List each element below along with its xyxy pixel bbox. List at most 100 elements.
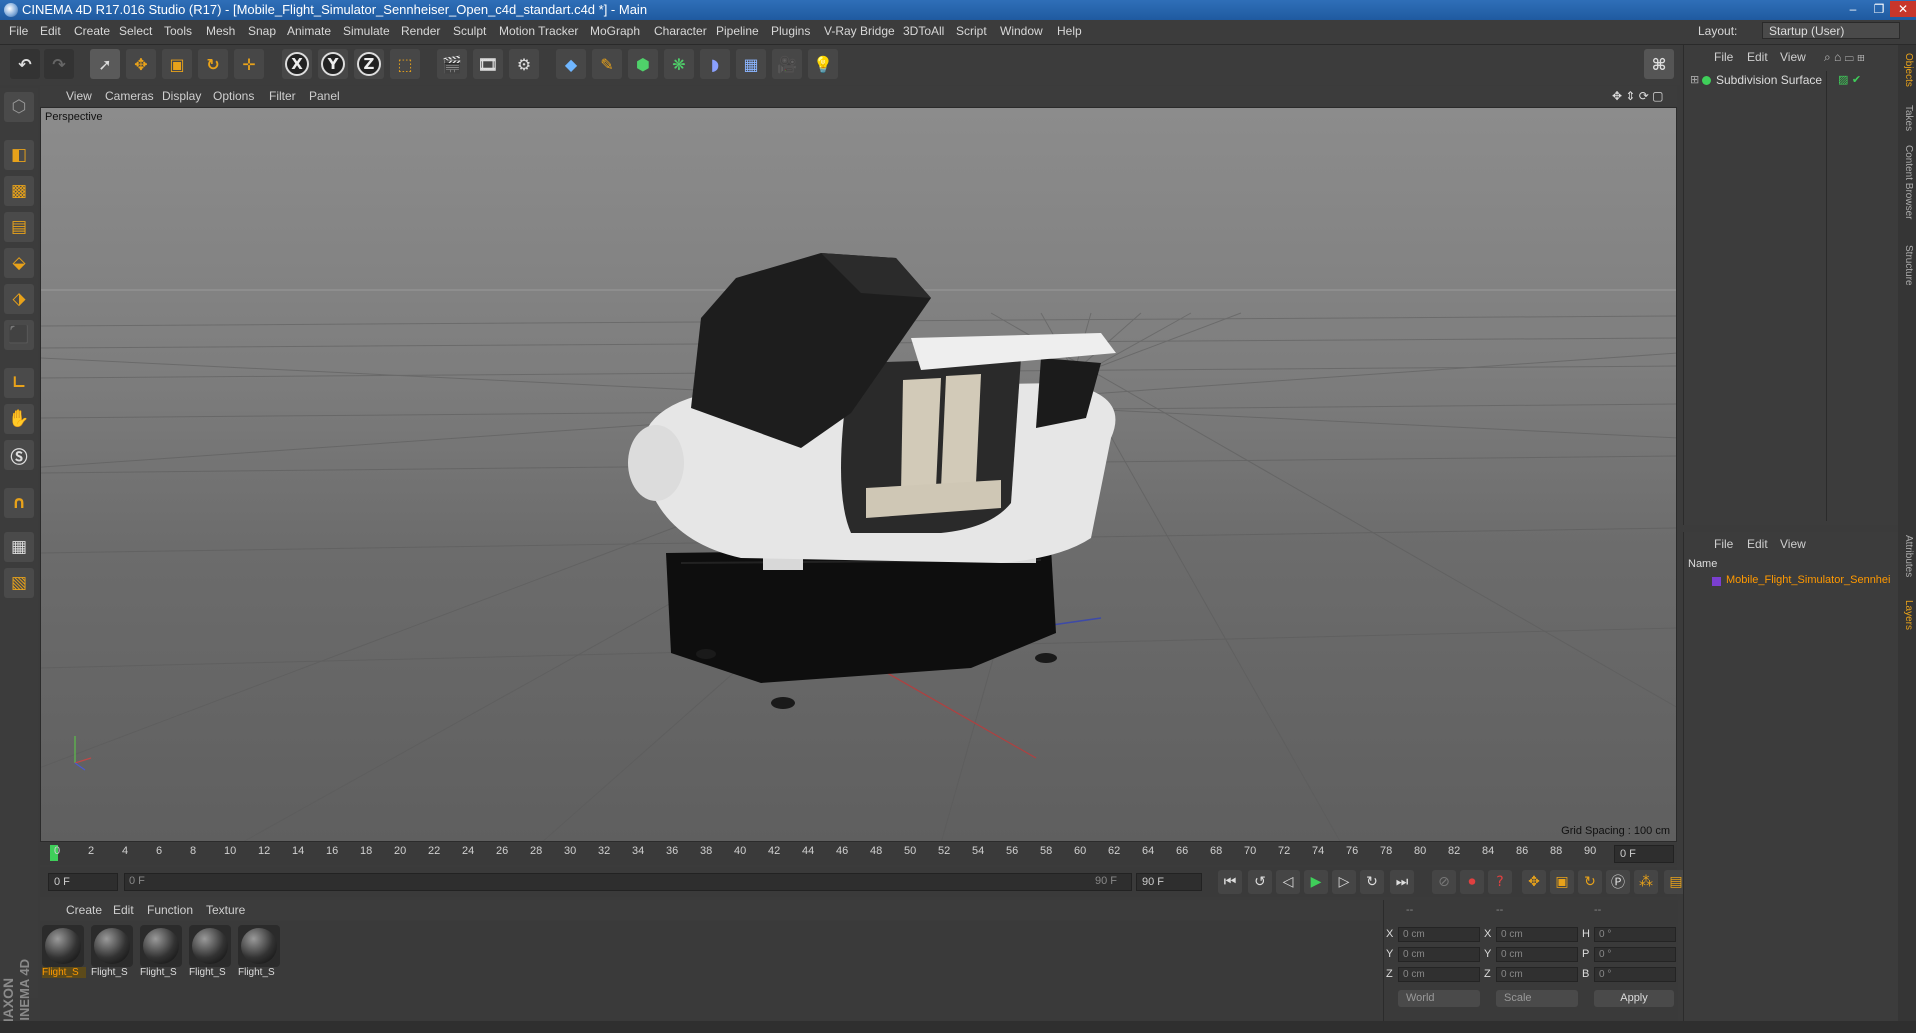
undo-icon[interactable]: ↶ xyxy=(10,49,40,79)
position-z-field[interactable]: 0 cm xyxy=(1398,967,1480,982)
perspective-viewport[interactable]: Perspective Grid Spacing : 100 cm xyxy=(40,107,1677,842)
tab-attributes[interactable]: Attributes xyxy=(1900,535,1914,577)
go-to-start-icon[interactable]: ⏮ xyxy=(1218,870,1242,894)
material-menu-texture[interactable]: Texture xyxy=(206,903,245,917)
position-y-field[interactable]: 0 cm xyxy=(1398,947,1480,962)
render-picture-viewer-icon[interactable]: 🎞 xyxy=(473,49,503,79)
close-icon[interactable]: ✕ xyxy=(1890,1,1916,17)
pen-icon[interactable]: ✎ xyxy=(592,49,622,79)
world-coord-icon[interactable]: ⬚ xyxy=(390,49,420,79)
texture-mode-icon[interactable]: ▩ xyxy=(4,176,34,206)
array-icon[interactable]: ❋ xyxy=(664,49,694,79)
move-icon[interactable]: ✥ xyxy=(126,49,156,79)
key-pla-icon[interactable]: ⁂ xyxy=(1634,870,1658,894)
menu-snap[interactable]: Snap xyxy=(248,24,276,38)
workplane-icon[interactable]: ▤ xyxy=(4,212,34,242)
menu-3dtoall[interactable]: 3DToAll xyxy=(903,24,944,38)
key-rotation-icon[interactable]: ↻ xyxy=(1578,870,1602,894)
frame-range-slider[interactable]: 0 F 90 F xyxy=(124,873,1132,891)
lock-workplane-icon[interactable]: ▦ xyxy=(4,532,34,562)
x-axis-icon[interactable]: X xyxy=(282,49,312,79)
key-scale-icon[interactable]: ▣ xyxy=(1550,870,1574,894)
menu-edit[interactable]: Edit xyxy=(40,24,61,38)
menu-sculpt[interactable]: Sculpt xyxy=(453,24,486,38)
play-icon[interactable]: ▶ xyxy=(1304,870,1328,894)
start-frame-field[interactable]: 0 F xyxy=(48,873,118,891)
expand-icon[interactable]: ⊞ xyxy=(1690,73,1699,86)
menu-select[interactable]: Select xyxy=(119,24,152,38)
menu-script[interactable]: Script xyxy=(956,24,987,38)
material-menu-function[interactable]: Function xyxy=(147,903,193,917)
size-mode-select[interactable]: Scale xyxy=(1496,990,1578,1007)
menu-vray-bridge[interactable]: V-Ray Bridge xyxy=(824,24,895,38)
timeline-ruler[interactable]: 0 2 4 6 8 10 12 14 16 18 20 22 24 26 28 30 32 34 36 38 40 42 4… xyxy=(40,843,1677,865)
step-forward-icon[interactable]: ▷ xyxy=(1332,870,1356,894)
live-select-icon[interactable]: ➚ xyxy=(90,49,120,79)
size-z-field[interactable]: 0 cm xyxy=(1496,967,1578,982)
material-swatch[interactable]: Flight_S xyxy=(91,925,135,983)
end-frame-field[interactable]: 90 F xyxy=(1136,873,1202,891)
viewport-menu-filter[interactable]: Filter xyxy=(269,89,296,103)
minimize-icon[interactable]: – xyxy=(1840,1,1866,17)
deformer-icon[interactable]: ◗ xyxy=(700,49,730,79)
viewport-nav-icons[interactable]: ✥ ⇕ ⟳ ▢ xyxy=(1612,89,1664,103)
menu-motion-tracker[interactable]: Motion Tracker xyxy=(499,24,578,38)
render-settings-icon[interactable]: ⚙ xyxy=(509,49,539,79)
cube-icon[interactable]: ◆ xyxy=(556,49,586,79)
viewport-menu-display[interactable]: Display xyxy=(162,89,201,103)
objects-menu-view[interactable]: View xyxy=(1780,50,1806,64)
subdivision-icon[interactable]: ⬢ xyxy=(628,49,658,79)
material-menu-edit[interactable]: Edit xyxy=(113,903,134,917)
menu-create[interactable]: Create xyxy=(74,24,110,38)
menu-simulate[interactable]: Simulate xyxy=(343,24,390,38)
menu-render[interactable]: Render xyxy=(401,24,440,38)
viewport-menu-options[interactable]: Options xyxy=(213,89,254,103)
objects-search-icon[interactable]: ⌕ ⌂ ▭ ⊞ xyxy=(1824,50,1865,65)
position-x-field[interactable]: 0 cm xyxy=(1398,927,1480,942)
rotation-b-field[interactable]: 0 ° xyxy=(1594,967,1676,982)
planar-workplane-icon[interactable]: ▧ xyxy=(4,568,34,598)
rotate-icon[interactable]: ↻ xyxy=(198,49,228,79)
viewport-menu-cameras[interactable]: Cameras xyxy=(105,89,154,103)
menu-file[interactable]: File xyxy=(9,24,28,38)
step-back-icon[interactable]: ◁ xyxy=(1276,870,1300,894)
coordinate-mode-select[interactable]: World xyxy=(1398,990,1480,1007)
keyframe-selection-icon[interactable]: ? xyxy=(1488,870,1512,894)
objects-menu-file[interactable]: File xyxy=(1714,50,1733,64)
edges-mode-icon[interactable]: ⬗ xyxy=(4,284,34,314)
material-swatch[interactable]: Flight_S xyxy=(238,925,282,983)
menu-mesh[interactable]: Mesh xyxy=(206,24,235,38)
object-row-subdivision-surface[interactable]: ⊞ Subdivision Surface ▨ ✔ xyxy=(1688,73,1888,89)
menu-pipeline[interactable]: Pipeline xyxy=(716,24,759,38)
transform-icon[interactable]: ✛ xyxy=(234,49,264,79)
scale-icon[interactable]: ▣ xyxy=(162,49,192,79)
snap-icon[interactable]: Ⓢ xyxy=(4,440,34,470)
current-frame-field[interactable]: 0 F xyxy=(1614,845,1674,863)
layout-select[interactable]: Startup (User) xyxy=(1762,22,1900,39)
tab-takes[interactable]: Takes xyxy=(1900,105,1914,131)
size-x-field[interactable]: 0 cm xyxy=(1496,927,1578,942)
auto-keying-icon[interactable]: ⏺ xyxy=(1460,870,1484,894)
material-menu-create[interactable]: Create xyxy=(66,903,102,917)
go-to-end-icon[interactable]: ⏭ xyxy=(1390,870,1414,894)
layers-menu-file[interactable]: File xyxy=(1714,537,1733,551)
previous-key-icon[interactable]: ↺ xyxy=(1248,870,1272,894)
python-icon[interactable]: ⌘ xyxy=(1644,49,1674,79)
render-view-icon[interactable]: 🎬 xyxy=(437,49,467,79)
points-mode-icon[interactable]: ⬙ xyxy=(4,248,34,278)
menu-character[interactable]: Character xyxy=(654,24,707,38)
material-swatch[interactable]: Flight_S xyxy=(140,925,184,983)
object-visibility-check-icon[interactable]: ▨ ✔ xyxy=(1838,73,1861,86)
layer-row[interactable]: Mobile_Flight_Simulator_Sennhei xyxy=(1688,574,1894,590)
rotation-h-field[interactable]: 0 ° xyxy=(1594,927,1676,942)
menu-animate[interactable]: Animate xyxy=(287,24,331,38)
record-keys-icon[interactable]: ⊘ xyxy=(1432,870,1456,894)
apply-button[interactable]: Apply xyxy=(1594,990,1674,1007)
menu-mograph[interactable]: MoGraph xyxy=(590,24,640,38)
tab-content-browser[interactable]: Content Browser xyxy=(1900,145,1914,219)
key-position-icon[interactable]: ✥ xyxy=(1522,870,1546,894)
rotation-p-field[interactable]: 0 ° xyxy=(1594,947,1676,962)
material-swatch[interactable]: Flight_S xyxy=(189,925,233,983)
viewport-menu-panel[interactable]: Panel xyxy=(309,89,340,103)
objects-menu-edit[interactable]: Edit xyxy=(1747,50,1768,64)
